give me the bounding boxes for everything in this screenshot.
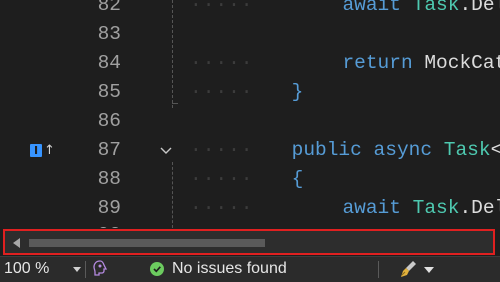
scroll-left-button[interactable]: [11, 236, 23, 250]
line-number: 88: [97, 168, 121, 190]
arrow-up-icon: ↑: [44, 143, 55, 158]
code-line[interactable]: I ↑ 87 ····· public async Task<I: [0, 136, 500, 165]
line-number: 86: [97, 110, 121, 132]
intellicode-icon[interactable]: [92, 260, 108, 278]
issues-indicator[interactable]: No issues found: [150, 257, 287, 281]
issues-text: No issues found: [172, 260, 287, 277]
chevron-down-icon: [160, 147, 172, 154]
code-line[interactable]: 85 ····· }: [0, 78, 500, 107]
code-line[interactable]: 88 ····· {: [0, 165, 500, 194]
status-bar: 100 % No issues found: [0, 256, 500, 282]
codelens-indicator[interactable]: I ↑: [30, 142, 55, 159]
code-text[interactable]: ····· await Task.Dela: [190, 0, 500, 20]
line-number: 87: [97, 139, 121, 161]
line-number: 82: [97, 0, 121, 16]
brush-icon[interactable]: [399, 260, 419, 278]
code-line[interactable]: 89 ····· await Task.Dela: [0, 194, 500, 223]
divider: [378, 261, 379, 278]
code-line[interactable]: 90: [0, 221, 500, 228]
class-reference-icon: I: [30, 144, 42, 157]
chevron-down-icon[interactable]: [424, 267, 434, 273]
code-line[interactable]: 82 ····· await Task.Dela: [0, 0, 500, 20]
code-line[interactable]: 86: [0, 107, 500, 136]
fold-toggle[interactable]: [158, 143, 174, 159]
code-line[interactable]: 84 ····· return MockCata: [0, 49, 500, 78]
chevron-down-icon: [73, 266, 82, 272]
code-editor[interactable]: 82 ····· await Task.Dela 83 84 ····· ret…: [0, 0, 500, 228]
code-text[interactable]: ····· }: [190, 78, 303, 107]
line-number: 83: [97, 23, 121, 45]
code-text[interactable]: ····· {: [190, 165, 303, 194]
code-text[interactable]: ····· await Task.Dela: [190, 194, 500, 223]
scrollbar-thumb[interactable]: [29, 239, 265, 247]
code-text[interactable]: ····· public async Task<I: [190, 136, 500, 165]
code-text[interactable]: ····· return MockCata: [190, 49, 500, 78]
divider: [85, 261, 86, 278]
triangle-left-icon: [13, 238, 20, 248]
code-line[interactable]: 83: [0, 20, 500, 49]
line-number: 89: [97, 197, 121, 219]
zoom-level: 100 %: [4, 260, 50, 277]
horizontal-scrollbar[interactable]: [3, 229, 495, 255]
check-circle-icon: [150, 262, 164, 276]
line-number: 84: [97, 52, 121, 74]
line-number: 85: [97, 81, 121, 103]
line-number: 90: [98, 221, 121, 228]
zoom-dropdown[interactable]: 100 %: [4, 257, 82, 281]
